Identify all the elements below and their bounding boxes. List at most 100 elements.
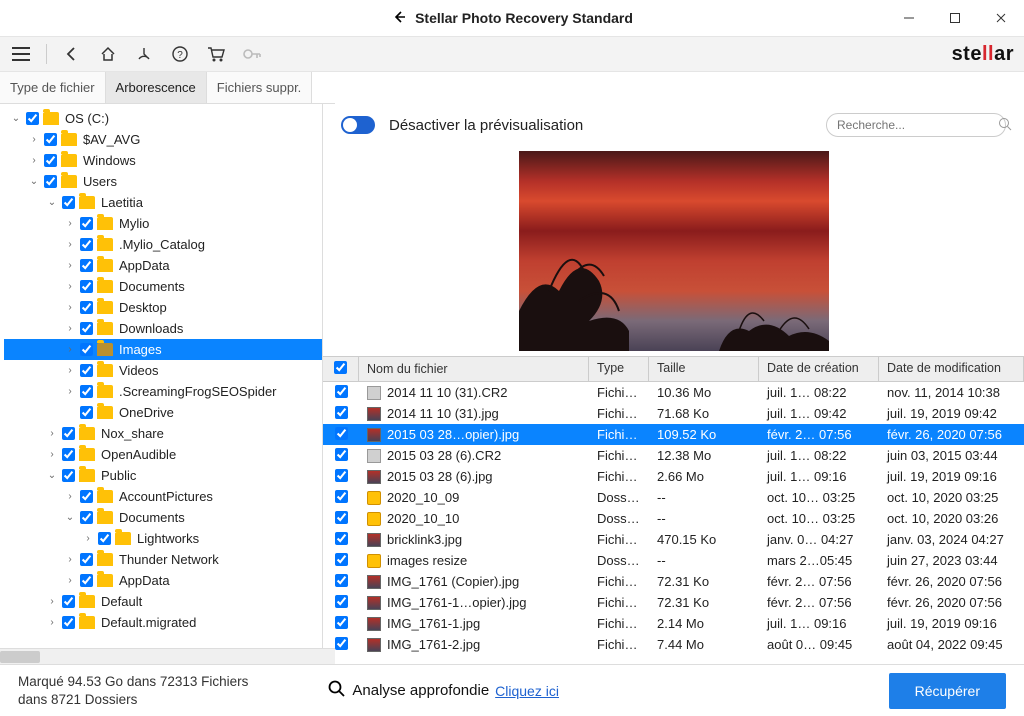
cart-icon[interactable] [205,43,227,65]
tree-checkbox[interactable] [80,343,93,356]
tree-item[interactable]: ⌄Laetitia [4,192,322,213]
row-checkbox[interactable] [335,574,348,587]
tree-checkbox[interactable] [80,259,93,272]
row-checkbox[interactable] [335,490,348,503]
menu-icon[interactable] [10,43,32,65]
tree-horizontal-scrollbar[interactable] [0,648,335,664]
caret-icon[interactable]: › [46,428,58,439]
caret-icon[interactable]: › [64,218,76,229]
tab-deleted[interactable]: Fichiers suppr. [207,72,313,103]
caret-icon[interactable]: › [82,533,94,544]
tree-checkbox[interactable] [44,154,57,167]
tree-checkbox[interactable] [98,532,111,545]
file-table[interactable]: Nom du fichier Type Taille Date de créat… [323,356,1024,664]
minimize-button[interactable] [886,0,932,36]
tree-checkbox[interactable] [62,616,75,629]
tree-item[interactable]: ›AccountPictures [4,486,322,507]
tree-checkbox[interactable] [80,217,93,230]
tree-checkbox[interactable] [80,280,93,293]
caret-icon[interactable]: › [46,617,58,628]
row-checkbox[interactable] [335,637,348,650]
table-row[interactable]: 2020_10_09Dossier--oct. 10… 03:25oct. 10… [323,487,1024,508]
tree-checkbox[interactable] [80,322,93,335]
tree-item[interactable]: ›.ScreamingFrogSEOSpider [4,381,322,402]
tree-checkbox[interactable] [62,448,75,461]
back-icon[interactable] [61,43,83,65]
caret-icon[interactable]: ⌄ [64,512,76,523]
tree-item[interactable]: ›AppData [4,570,322,591]
table-row[interactable]: 2015 03 28…opier).jpgFichiers109.52 Kofé… [323,424,1024,445]
key-icon[interactable] [241,43,263,65]
tree-item[interactable]: ›Downloads [4,318,322,339]
tree-checkbox[interactable] [44,175,57,188]
row-checkbox[interactable] [335,511,348,524]
caret-icon[interactable]: › [64,302,76,313]
row-checkbox[interactable] [335,616,348,629]
caret-icon[interactable]: › [64,239,76,250]
close-button[interactable] [978,0,1024,36]
caret-icon[interactable]: › [46,449,58,460]
tree-item[interactable]: ›Default [4,591,322,612]
tree-checkbox[interactable] [80,385,93,398]
tree-item[interactable]: ›Mylio [4,213,322,234]
home-icon[interactable] [97,43,119,65]
tree-item[interactable]: ›AppData [4,255,322,276]
row-checkbox[interactable] [335,553,348,566]
caret-icon[interactable]: ⌄ [28,176,40,187]
tree-checkbox[interactable] [26,112,39,125]
tree-item[interactable]: ⌄Users [4,171,322,192]
folder-tree[interactable]: ⌄OS (C:)›$AV_AVG›Windows⌄Users⌄Laetitia›… [0,104,323,664]
tree-item[interactable]: ›Lightworks [4,528,322,549]
caret-icon[interactable]: ⌄ [46,197,58,208]
table-row[interactable]: 2014 11 10 (31).jpgFichiers71.68 Kojuil.… [323,403,1024,424]
tree-checkbox[interactable] [80,238,93,251]
tree-item[interactable]: ›OpenAudible [4,444,322,465]
row-checkbox[interactable] [335,406,348,419]
caret-icon[interactable]: › [64,344,76,355]
col-modified[interactable]: Date de modification [879,357,1024,381]
tree-item[interactable]: OneDrive [4,402,322,423]
caret-icon[interactable]: › [64,281,76,292]
tree-checkbox[interactable] [62,595,75,608]
col-type[interactable]: Type [589,357,649,381]
tree-item[interactable]: ›Default.migrated [4,612,322,633]
tree-checkbox[interactable] [80,406,93,419]
caret-icon[interactable]: › [64,554,76,565]
col-created[interactable]: Date de création [759,357,879,381]
maximize-button[interactable] [932,0,978,36]
row-checkbox[interactable] [335,427,348,440]
tree-item[interactable]: ⌄Public [4,465,322,486]
tree-checkbox[interactable] [80,364,93,377]
tree-item[interactable]: ›$AV_AVG [4,129,322,150]
table-row[interactable]: images resizeDossier--mars 2…05:45juin 2… [323,550,1024,571]
help-icon[interactable]: ? [169,43,191,65]
table-row[interactable]: bricklink3.jpgFichiers470.15 Kojanv. 0… … [323,529,1024,550]
caret-icon[interactable]: › [64,575,76,586]
caret-icon[interactable]: › [46,596,58,607]
tree-item[interactable]: ⌄OS (C:) [4,108,322,129]
preview-toggle[interactable] [341,116,375,134]
tree-checkbox[interactable] [80,553,93,566]
table-row[interactable]: 2015 03 28 (6).CR2Fichiers12.38 Mojuil. … [323,445,1024,466]
table-row[interactable]: 2014 11 10 (31).CR2Fichiers10.36 Mojuil.… [323,382,1024,403]
select-all-checkbox[interactable] [334,361,347,374]
tree-checkbox[interactable] [80,301,93,314]
caret-icon[interactable]: › [64,491,76,502]
table-row[interactable]: IMG_1761 (Copier).jpgFichiers72.31 Kofév… [323,571,1024,592]
tab-tree[interactable]: Arborescence [106,72,207,103]
tree-item[interactable]: ›Windows [4,150,322,171]
caret-icon[interactable]: ⌄ [10,113,22,124]
table-row[interactable]: IMG_1761-2.jpgFichiers7.44 Moaoût 0… 09:… [323,634,1024,655]
row-checkbox[interactable] [335,595,348,608]
recover-button[interactable]: Récupérer [889,673,1006,709]
caret-icon[interactable]: › [28,134,40,145]
tree-item[interactable]: ›.Mylio_Catalog [4,234,322,255]
tree-item[interactable]: ›Videos [4,360,322,381]
caret-icon[interactable]: › [28,155,40,166]
row-checkbox[interactable] [335,469,348,482]
caret-icon[interactable]: ⌄ [46,470,58,481]
table-row[interactable]: 2015 03 28 (6).jpgFichiers2.66 Mojuil. 1… [323,466,1024,487]
tree-item[interactable]: ›Nox_share [4,423,322,444]
caret-icon[interactable]: › [64,386,76,397]
col-name[interactable]: Nom du fichier [359,357,589,381]
